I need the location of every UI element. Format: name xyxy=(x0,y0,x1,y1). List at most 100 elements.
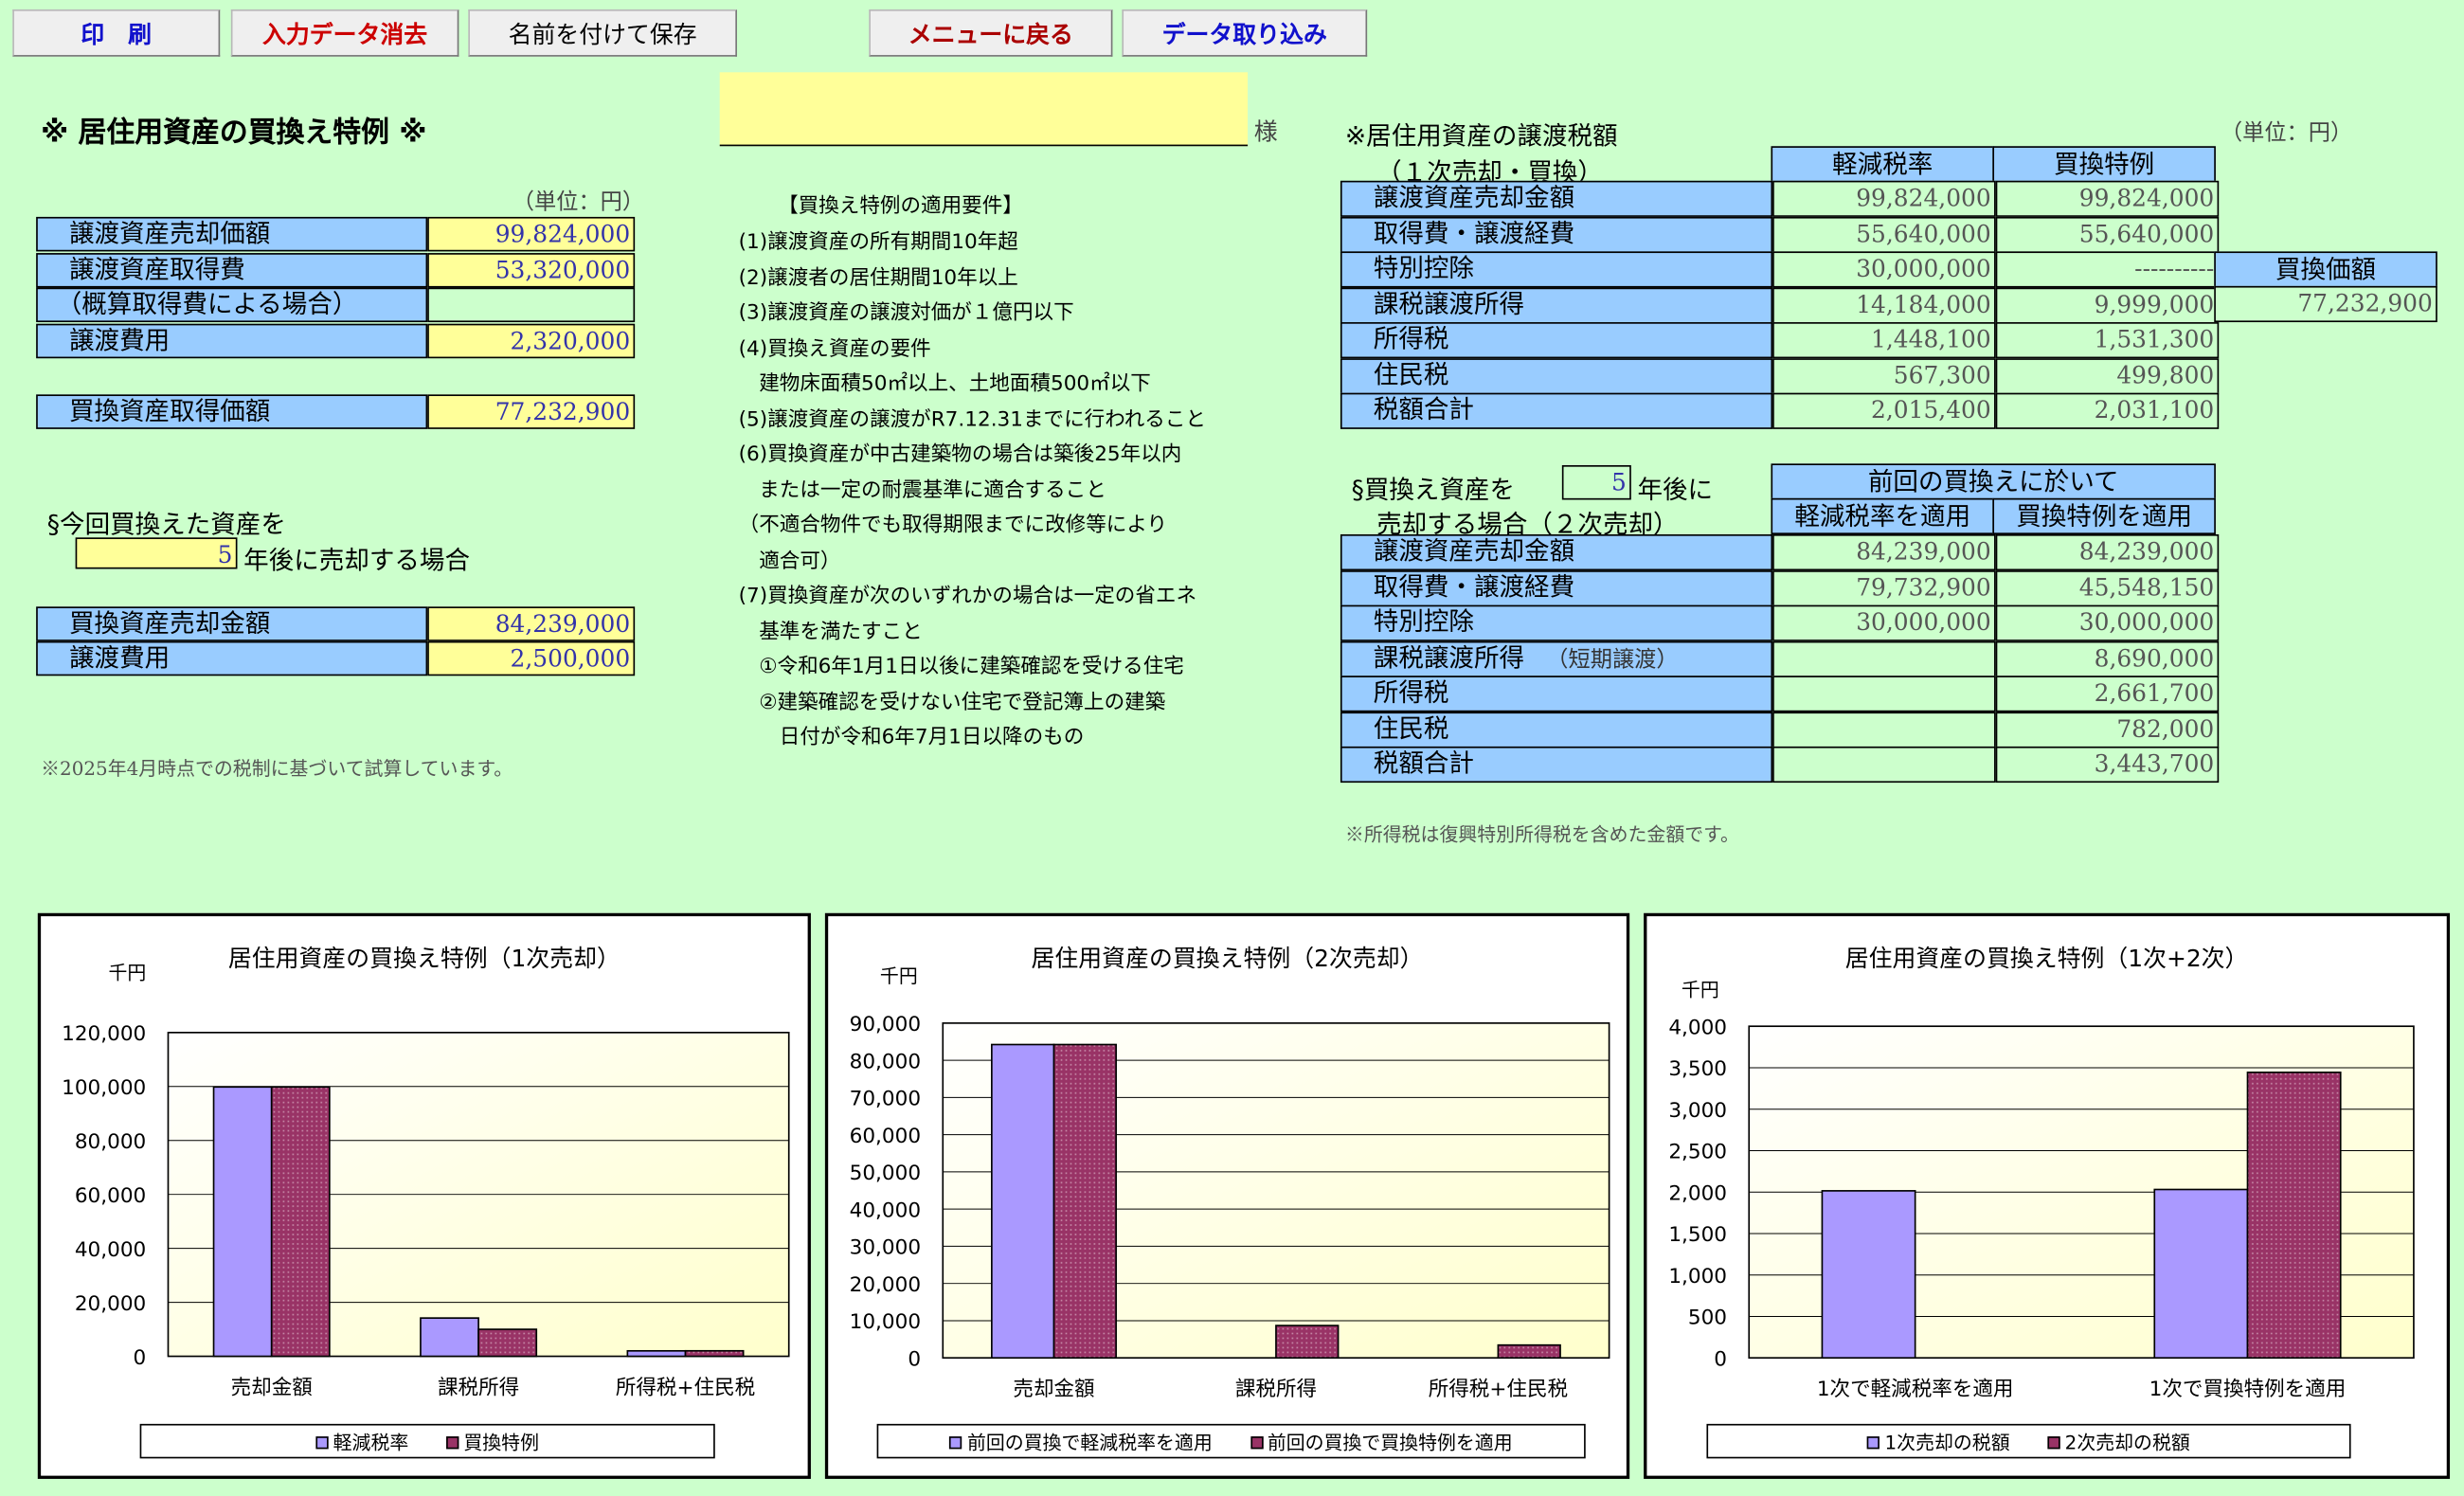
tax-value-b: 30,000,000 xyxy=(1995,604,2220,641)
input-row-value[interactable]: 2,320,000 xyxy=(427,323,636,359)
legend-swatch xyxy=(2047,1436,2060,1450)
tax-row-label-text: 所得税 xyxy=(1373,676,1449,708)
tax-row-label: 税額合計 xyxy=(1340,746,1773,784)
x-tick-label: 課税所得 xyxy=(1235,1378,1317,1401)
requirement-line: (5)譲渡資産の譲渡がR7.12.31までに行われること xyxy=(738,407,1206,432)
tax-row-label: 所得税 xyxy=(1340,322,1773,359)
chart-legend: 前回の買換で軽減税率を適用 前回の買換で買換特例を適用 xyxy=(876,1423,1586,1459)
tax-value-b: ---------- xyxy=(1995,251,2220,288)
bar-series-b xyxy=(270,1086,331,1358)
y-tick-label: 3,500 xyxy=(1668,1057,1727,1081)
tax-value-b: 9,999,000 xyxy=(1995,286,2220,323)
y-tick-label: 2,500 xyxy=(1668,1141,1727,1164)
chart-combined: 居住用資産の買換え特例（1次+2次） 千円 0 500 1,000 1,500 2,00… xyxy=(1644,912,2451,1479)
legend-item: 前回の買換で軽減税率を適用 xyxy=(949,1428,1213,1454)
y-tick-label: 70,000 xyxy=(850,1088,921,1111)
requirement-line: (6)買換資産が中古建築物の場合は築後25年以内 xyxy=(738,442,1182,467)
tax-row-label-text: 譲渡資産売却金額 xyxy=(1373,535,1575,567)
tax-row: 譲渡資産売却金額 84,239,000 84,239,000 xyxy=(1340,533,2220,571)
bar-series-b xyxy=(2246,1072,2342,1360)
print-button[interactable]: 印 刷 xyxy=(12,9,221,57)
tax-row: 税額合計 3,443,700 xyxy=(1340,746,2220,784)
chart-canvas: 0 20,000 40,000 60,000 80,000 100,000 120,000 売… xyxy=(62,1022,790,1399)
legend-item: 買換特例 xyxy=(446,1428,539,1454)
tax-row: 所得税 1,448,100 1,531,300 xyxy=(1340,322,2220,359)
tax-value-b: 782,000 xyxy=(1995,711,2220,748)
tax-row: 取得費・譲渡経費 79,732,900 45,548,150 xyxy=(1340,569,2220,606)
tax-row: 特別控除 30,000,000 ---------- xyxy=(1340,251,2220,288)
y-tick-label: 80,000 xyxy=(850,1050,921,1073)
bar-series-b xyxy=(1497,1343,1561,1360)
bar-series-a xyxy=(1821,1190,1916,1360)
page-title: ※ 居住用資産の買換え特例 ※ xyxy=(41,116,427,150)
col-header-prev-reduced: 軽減税率を適用 xyxy=(1771,497,1995,534)
tax-row-label-text: 税額合計 xyxy=(1373,748,1474,779)
sale-row: 譲渡費用 2,500,000 xyxy=(36,640,636,676)
legend-label: 前回の買換で軽減税率を適用 xyxy=(966,1431,1213,1453)
y-tick-label: 0 xyxy=(134,1346,147,1370)
back-to-menu-button[interactable]: メニューに戻る xyxy=(869,9,1113,57)
tax-value-a xyxy=(1772,640,1996,677)
bar-series-b xyxy=(1275,1325,1340,1360)
tax-row: 課税譲渡所得 （短期譲渡） 8,690,000 xyxy=(1340,640,2220,677)
tax-row-label-text: 取得費・譲渡経費 xyxy=(1373,570,1575,602)
y-tick-label: 500 xyxy=(1688,1307,1727,1330)
tax-row-label: 取得費・譲渡経費 xyxy=(1340,216,1773,253)
bar-series-a xyxy=(2153,1188,2249,1360)
tax-value-a xyxy=(1772,711,1996,748)
input-row-value[interactable]: 53,320,000 xyxy=(427,253,636,288)
col-header-prev-replacement: 買換特例を適用 xyxy=(1992,497,2216,534)
requirement-line: 基準を満たすこと xyxy=(738,620,923,644)
tax-value-a: 1,448,100 xyxy=(1772,322,1996,359)
legend-label: 前回の買換で買換特例を適用 xyxy=(1267,1431,1513,1453)
requirement-line: (3)譲渡資産の譲渡対価が１億円以下 xyxy=(738,301,1074,326)
x-tick-label: 所得税+住民税 xyxy=(1429,1378,1568,1401)
legend-label: 買換特例 xyxy=(463,1431,539,1453)
legend-label: 軽減税率 xyxy=(333,1431,409,1453)
worksheet: 印 刷 入力データ消去 名前を付けて保存 メニューに戻る データ取り込み ※ 居… xyxy=(0,0,2464,1496)
tax-row-label-text: 課税譲渡所得 xyxy=(1373,641,1525,673)
legend-item: 軽減税率 xyxy=(315,1428,408,1454)
bar-series-a xyxy=(626,1349,687,1358)
sale-row-value[interactable]: 84,239,000 xyxy=(427,606,636,641)
input-row-value[interactable] xyxy=(427,287,636,323)
input-row-label: 譲渡資産売却価額 xyxy=(36,216,428,252)
tax-value-a xyxy=(1772,746,1996,784)
import-data-button[interactable]: データ取り込み xyxy=(1122,9,1368,57)
bar-series-a xyxy=(991,1043,1055,1360)
requirement-line: （不適合物件でも取得期限までに改修等により xyxy=(738,514,1168,538)
tax-value-a: 30,000,000 xyxy=(1772,251,1996,288)
sale-row-label: 買換資産売却金額 xyxy=(36,606,428,641)
x-tick-label: 1次で買換特例を適用 xyxy=(2149,1378,2347,1401)
tax-row: 住民税 782,000 xyxy=(1340,711,2220,748)
second-sale-heading: §買換え資産を xyxy=(1351,474,1516,505)
tax-value-b: 99,824,000 xyxy=(1995,180,2220,217)
legend-swatch xyxy=(446,1436,459,1450)
tax-value-b: 55,640,000 xyxy=(1995,216,2220,253)
client-name-field[interactable] xyxy=(719,72,1249,147)
save-as-button[interactable]: 名前を付けて保存 xyxy=(468,9,737,57)
second-sale-years[interactable]: 5 xyxy=(1561,465,1631,500)
tax-row-label-text: 所得税 xyxy=(1373,323,1449,354)
replacement-price-input[interactable]: 77,232,900 xyxy=(427,394,636,429)
legend-item: 1次売却の税額 xyxy=(1867,1428,2010,1454)
right-title: ※居住用資産の譲渡税額 xyxy=(1344,120,1618,152)
legend-label: 2次売却の税額 xyxy=(2064,1431,2190,1453)
tax-row-label: 住民税 xyxy=(1340,711,1773,748)
requirement-line: または一定の耐震基準に適合すること xyxy=(738,478,1106,502)
requirement-line: 建物床面積50㎡以上、土地面積500㎡以下 xyxy=(738,372,1151,397)
y-tick-label: 4,000 xyxy=(1668,1016,1727,1039)
bar-series-b xyxy=(477,1328,538,1358)
clear-input-button[interactable]: 入力データ消去 xyxy=(230,9,459,57)
tax-row: 所得税 2,661,700 xyxy=(1340,676,2220,712)
sale-heading-suffix: 年後に売却する場合 xyxy=(243,545,471,576)
tax-value-b: 2,661,700 xyxy=(1995,676,2220,712)
sale-years-input[interactable]: 5 xyxy=(75,537,238,569)
sale-row-value[interactable]: 2,500,000 xyxy=(427,640,636,676)
x-tick-label: 課税所得 xyxy=(438,1376,519,1399)
input-row: （概算取得費による場合） xyxy=(36,287,636,323)
tax-value-a: 567,300 xyxy=(1772,357,1996,394)
input-row-value[interactable]: 99,824,000 xyxy=(427,216,636,252)
tax-value-a: 84,239,000 xyxy=(1772,533,1996,571)
requirement-line: (4)買換え資産の要件 xyxy=(738,336,931,361)
